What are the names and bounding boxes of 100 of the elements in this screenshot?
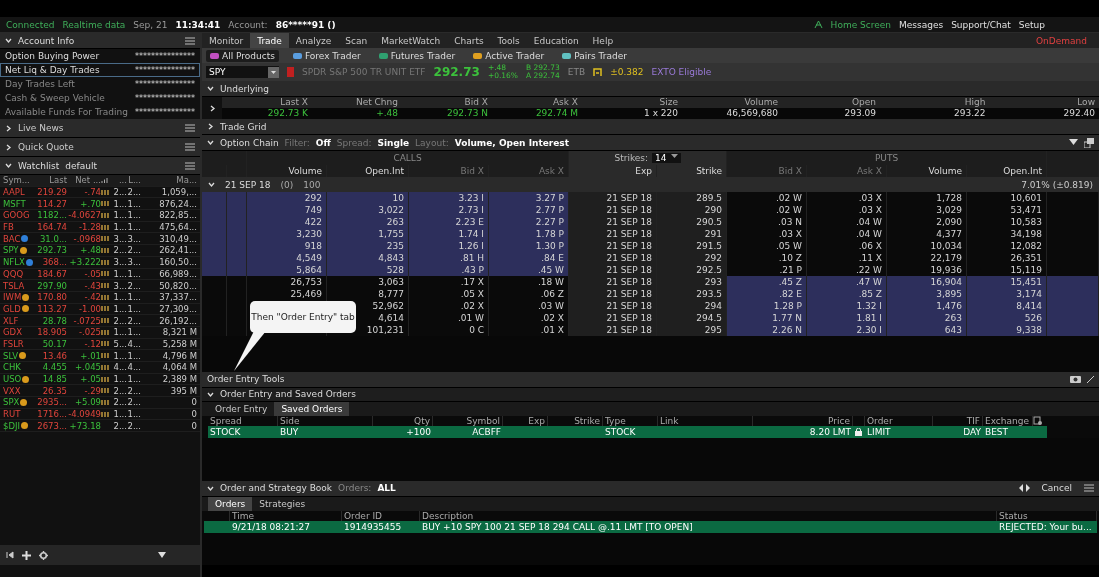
- watchlist-row[interactable]: $DJI 2673... +73.18 2...2... 0: [0, 420, 200, 433]
- column-header[interactable]: Strike: [657, 165, 727, 177]
- watchlist-symbol[interactable]: RUT: [3, 409, 33, 420]
- column-header[interactable]: L...: [127, 175, 141, 186]
- watchlist-row[interactable]: IWM 170.80 -.42 1...1... 37,337...: [0, 291, 200, 304]
- chevron-icon[interactable]: [207, 484, 214, 492]
- column-header[interactable]: Ask X: [807, 165, 887, 177]
- expiration-date[interactable]: 21 SEP 18: [225, 179, 271, 190]
- watchlist-symbol[interactable]: NFLX: [3, 257, 33, 268]
- product-button[interactable]: Pairs Trader: [558, 49, 631, 62]
- main-tab[interactable]: Monitor: [202, 33, 251, 48]
- watchlist-symbol[interactable]: TSLA: [3, 280, 33, 291]
- watchlist-symbol[interactable]: MSFT: [3, 198, 33, 209]
- column-header[interactable]: Open.Int: [967, 165, 1047, 177]
- watchlist-row[interactable]: XLF 28.78 -.0725 2...2... 26,192...: [0, 315, 200, 327]
- chevron-icon[interactable]: [5, 37, 12, 44]
- watchlist-symbol[interactable]: USO: [3, 374, 33, 385]
- main-tab[interactable]: Help: [585, 33, 621, 48]
- product-button[interactable]: Active Trader: [469, 49, 549, 62]
- watchlist-symbol[interactable]: AAPL: [3, 187, 33, 198]
- plus-icon[interactable]: [22, 550, 31, 560]
- watchlist-row[interactable]: AAPL 219.29 -.74 2...2... 1,059,...: [0, 186, 200, 199]
- panel-title[interactable]: Account Info: [18, 35, 75, 46]
- header-link[interactable]: Messages: [899, 19, 944, 30]
- section-title[interactable]: Option Chain: [220, 137, 279, 148]
- watchlist-row[interactable]: USO 14.85 +.05 1...1... 2,389 M: [0, 373, 200, 386]
- main-tab[interactable]: Analyze: [288, 33, 339, 48]
- watchlist-symbol[interactable]: $DJI: [3, 420, 33, 431]
- order-book-tab[interactable]: Strategies: [252, 496, 313, 511]
- on-demand-button[interactable]: OnDemand: [1036, 35, 1099, 46]
- watchlist-symbol[interactable]: GDX: [3, 327, 33, 338]
- chevron-icon[interactable]: [5, 162, 12, 169]
- chevron-icon[interactable]: [207, 390, 214, 398]
- account-info-row[interactable]: Available Funds For Trading ***************: [0, 105, 200, 119]
- detach-icon[interactable]: [1084, 137, 1094, 148]
- watchlist-symbol[interactable]: SPY: [3, 245, 33, 256]
- filter-value[interactable]: Off: [315, 137, 331, 148]
- spread-value[interactable]: Single: [377, 137, 410, 148]
- layout-value[interactable]: Volume, Open Interest: [454, 137, 569, 148]
- dropdown-arrow-icon[interactable]: [670, 153, 678, 159]
- account-number[interactable]: 86*****91 (): [275, 19, 336, 30]
- account-info-row[interactable]: Day Trades Left ***************: [0, 77, 200, 91]
- panel-title[interactable]: Live News: [18, 123, 64, 133]
- account-info-row[interactable]: Option Buying Power ***************: [0, 49, 200, 63]
- chevron-icon[interactable]: [208, 104, 216, 112]
- watchlist-row[interactable]: GLD 113.27 -1.00 1...1... 27,309...: [0, 303, 200, 316]
- watchlist-row[interactable]: RUT 1716...-4.0949 1...1... 0: [0, 408, 200, 421]
- product-button[interactable]: All Products: [206, 49, 279, 62]
- column-header[interactable]: Ma...: [141, 175, 197, 186]
- camera-icon[interactable]: [1070, 375, 1081, 384]
- chevron-icon[interactable]: [207, 85, 214, 92]
- column-header[interactable]: Sym...: [3, 175, 33, 186]
- strikes-field[interactable]: 14: [652, 153, 681, 163]
- panel-title[interactable]: Quick Quote: [18, 142, 74, 152]
- product-button[interactable]: Futures Trader: [374, 49, 460, 62]
- watchlist-symbol[interactable]: SLV: [3, 350, 33, 361]
- dropdown-arrow-icon[interactable]: [158, 552, 166, 558]
- chevron-icon[interactable]: [5, 143, 12, 151]
- chevron-icon[interactable]: [207, 139, 214, 146]
- chevron-icon[interactable]: [207, 123, 214, 130]
- watchlist-symbol[interactable]: CHK: [3, 362, 33, 373]
- product-button[interactable]: Forex Trader: [288, 49, 365, 62]
- section-title[interactable]: Underlying: [220, 83, 269, 94]
- watchlist-symbol[interactable]: BAC: [3, 233, 33, 244]
- watchlist-row[interactable]: GOOG 1182...-4.0627 1...1... 822,85...: [0, 210, 200, 222]
- watchlist-name[interactable]: default: [65, 160, 97, 171]
- main-tab[interactable]: Trade: [250, 33, 289, 48]
- watchlist-row[interactable]: SPY 292.73 +.48 2...2... 262,41...: [0, 245, 200, 257]
- watchlist-row[interactable]: BAC 31.0... -.0968 3...3... 310,49...: [0, 233, 200, 246]
- column-header[interactable]: Bid X: [409, 165, 489, 177]
- account-info-row[interactable]: Cash & Sweep Vehicle ***************: [0, 91, 200, 105]
- column-header[interactable]: Open.Int: [327, 165, 409, 177]
- main-tab[interactable]: MarketWatch: [374, 33, 448, 48]
- watchlist-symbol[interactable]: QQQ: [3, 268, 33, 279]
- column-header[interactable]: ...: [113, 175, 127, 186]
- watchlist-row[interactable]: FSLR 50.17 -.12 5...4... 5,258 M: [0, 338, 200, 351]
- column-header[interactable]: Exp: [569, 165, 657, 177]
- menu-icon[interactable]: [185, 124, 195, 132]
- watchlist-row[interactable]: CHK 4.455 +.045 4...4... 4,064 M: [0, 362, 200, 374]
- watchlist-symbol[interactable]: VXX: [3, 385, 33, 396]
- section-title[interactable]: Order Entry and Saved Orders: [220, 389, 356, 400]
- account-info-row[interactable]: Net Liq & Day Trades ***************: [0, 63, 200, 77]
- watchlist-symbol[interactable]: FB: [3, 222, 33, 233]
- main-tab[interactable]: Scan: [338, 33, 375, 48]
- column-header[interactable]: Last: [33, 175, 67, 186]
- symbol-field[interactable]: SPY: [206, 66, 279, 78]
- section-title[interactable]: Order and Strategy Book: [220, 483, 333, 494]
- menu-icon[interactable]: [1084, 484, 1094, 493]
- watchlist-symbol[interactable]: FSLR: [3, 338, 33, 349]
- chevron-icon[interactable]: [5, 124, 12, 132]
- section-title[interactable]: Order Entry Tools: [207, 374, 285, 385]
- header-link[interactable]: Support/Chat: [951, 19, 1011, 30]
- watchlist-symbol[interactable]: GOOG: [3, 210, 33, 221]
- cancel-button[interactable]: Cancel: [1035, 483, 1078, 494]
- header-link[interactable]: Setup: [1018, 19, 1045, 30]
- watchlist-row[interactable]: MSFT 114.27 +.70 1...1... 876,24...: [0, 198, 200, 211]
- watchlist-row[interactable]: GDX 18.905 -.025 1...1... 8,321 M: [0, 326, 200, 339]
- column-header[interactable]: Net ...: [67, 175, 101, 186]
- watchlist-row[interactable]: SPX 2935... +5.09 2...2... 0: [0, 397, 200, 409]
- column-header[interactable]: Volume: [247, 165, 327, 177]
